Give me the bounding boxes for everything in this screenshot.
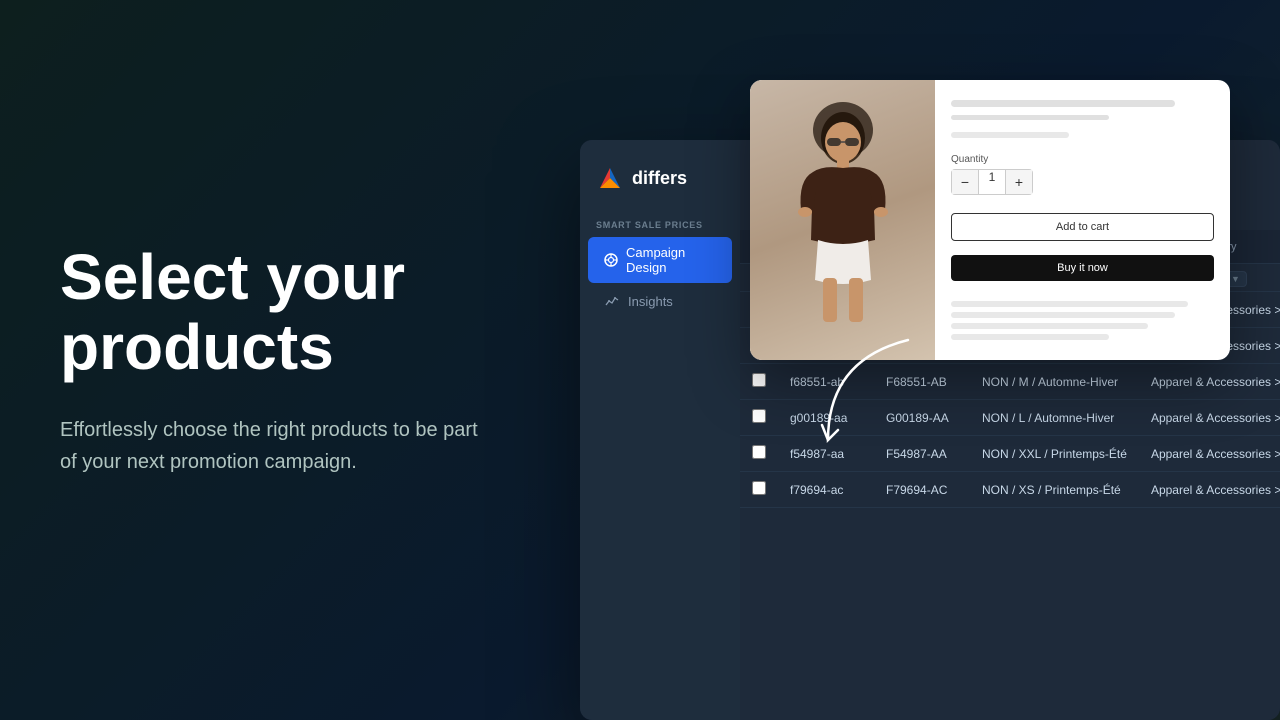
product-price-line xyxy=(951,132,1069,138)
category-cell: Apparel & Accessories > xyxy=(1139,472,1280,508)
title-cell: F79694-AC xyxy=(874,472,970,508)
row-checkbox-5[interactable] xyxy=(752,481,766,495)
title-cell: G00189-AA xyxy=(874,400,970,436)
product-info: Quantity − 1 + Add to cart Buy it now xyxy=(935,80,1230,360)
sidebar-item-insights[interactable]: Insights xyxy=(588,285,732,317)
table-row[interactable]: f79694-ac F79694-AC NON / XS / Printemps… xyxy=(740,472,1280,508)
table-row[interactable]: f68551-ab F68551-AB NON / M / Automne-Hi… xyxy=(740,364,1280,400)
insights-label: Insights xyxy=(628,294,673,309)
product-name-line-1 xyxy=(951,100,1175,107)
product-preview-card: Quantity − 1 + Add to cart Buy it now xyxy=(750,80,1230,360)
row-checkbox-3[interactable] xyxy=(752,409,766,423)
category-filter-funnel-icon: ▼ xyxy=(1231,274,1240,284)
buy-now-button[interactable]: Buy it now xyxy=(951,255,1214,281)
logo-text: differs xyxy=(632,168,687,189)
section-label: SMART SALE PRICES xyxy=(580,212,740,236)
row-checkbox-2[interactable] xyxy=(752,373,766,387)
variant-cell: NON / XS / Printemps-Été xyxy=(970,472,1139,508)
variant-cell: NON / L / Automne-Hiver xyxy=(970,400,1139,436)
campaign-design-icon xyxy=(604,252,618,268)
hero-section: Select your products Effortlessly choose… xyxy=(0,0,560,720)
sidebar: differs SMART SALE PRICES Campaign Desig… xyxy=(580,140,740,720)
variant-cell: NON / XXL / Printemps-Été xyxy=(970,436,1139,472)
desc-line-1 xyxy=(951,301,1188,307)
title-cell: F54987-AA xyxy=(874,436,970,472)
product-person-svg xyxy=(783,100,903,340)
quantity-section: Quantity − 1 + xyxy=(951,154,1214,195)
table-row[interactable]: f54987-aa F54987-AA NON / XXL / Printemp… xyxy=(740,436,1280,472)
product-desc-lines xyxy=(951,301,1214,340)
desc-line-4 xyxy=(951,334,1109,340)
quantity-increase-button[interactable]: + xyxy=(1006,170,1032,194)
sidebar-item-campaign-design[interactable]: Campaign Design xyxy=(588,237,732,283)
variant-cell: NON / M / Automne-Hiver xyxy=(970,364,1139,400)
row-checkbox-4[interactable] xyxy=(752,445,766,459)
sidebar-logo: differs xyxy=(580,156,740,212)
handle-cell: f54987-aa xyxy=(778,436,874,472)
category-cell: Apparel & Accessories > xyxy=(1139,400,1280,436)
category-cell: Apparel & Accessories > xyxy=(1139,436,1280,472)
campaign-design-label: Campaign Design xyxy=(626,245,716,275)
differs-logo-icon xyxy=(596,164,624,192)
insights-icon xyxy=(604,293,620,309)
handle-cell: f68551-ab xyxy=(778,364,874,400)
add-to-cart-button[interactable]: Add to cart xyxy=(951,213,1214,241)
quantity-label: Quantity xyxy=(951,154,1214,165)
table-row[interactable]: g00189-aa G00189-AA NON / L / Automne-Hi… xyxy=(740,400,1280,436)
hero-title: Select your products xyxy=(60,242,500,383)
handle-cell: f79694-ac xyxy=(778,472,874,508)
quantity-value: 1 xyxy=(978,170,1006,194)
hero-subtitle: Effortlessly choose the right products t… xyxy=(60,414,480,478)
quantity-decrease-button[interactable]: − xyxy=(952,170,978,194)
title-cell: F68551-AB xyxy=(874,364,970,400)
desc-line-2 xyxy=(951,312,1175,318)
product-image-area xyxy=(750,80,935,360)
product-name-line-2 xyxy=(951,115,1109,121)
quantity-control: − 1 + xyxy=(951,169,1033,195)
category-cell: Apparel & Accessories > xyxy=(1139,364,1280,400)
desc-line-3 xyxy=(951,323,1148,329)
handle-cell: g00189-aa xyxy=(778,400,874,436)
product-image-placeholder xyxy=(750,80,935,360)
